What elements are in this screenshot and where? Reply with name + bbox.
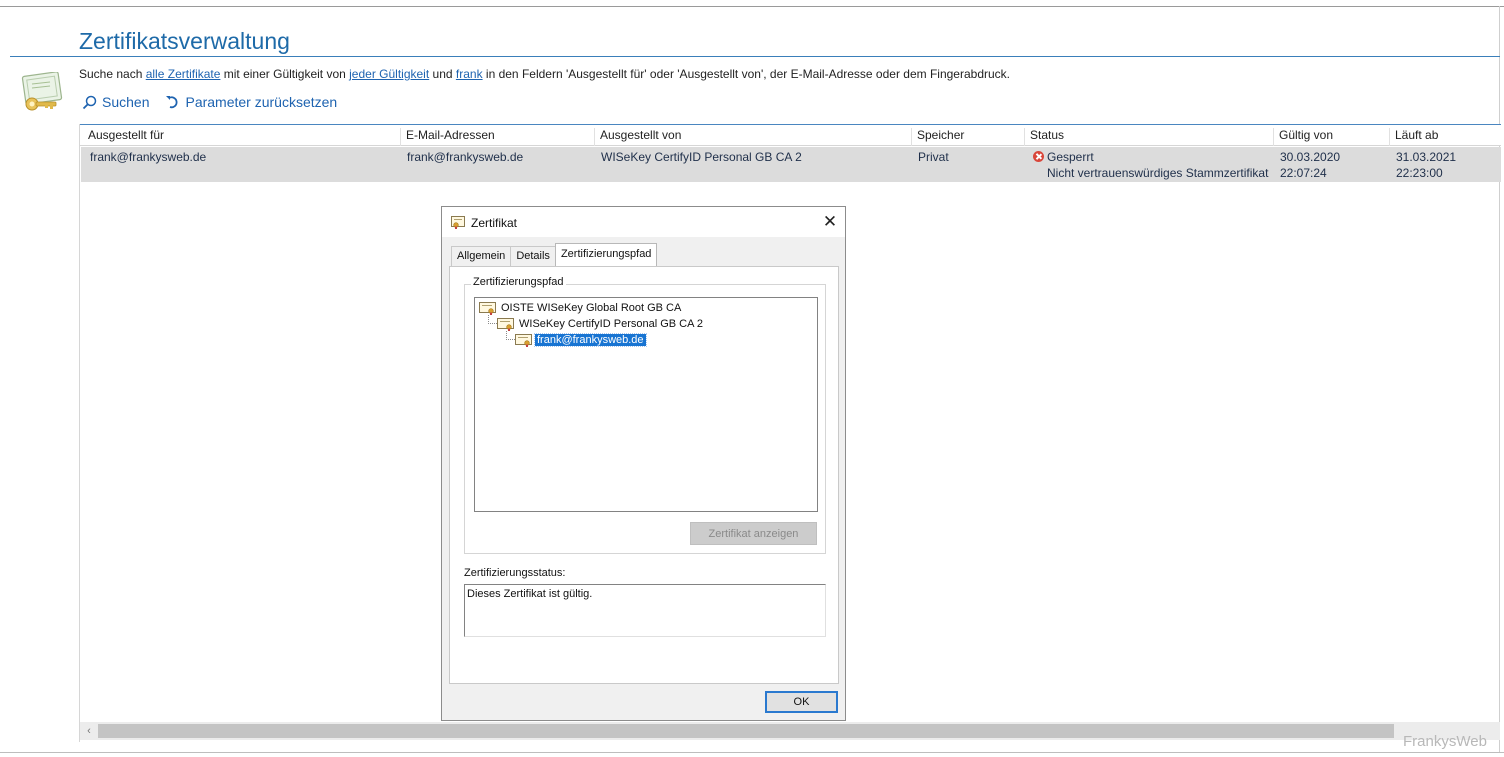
column-header-issued-by[interactable]: Ausgestellt von bbox=[594, 128, 911, 146]
certification-path-tree[interactable]: OISTE WISeKey Global Root GB CA WISeKey … bbox=[474, 297, 818, 512]
search-suffix: in den Feldern 'Ausgestellt für' oder 'A… bbox=[482, 67, 1010, 81]
tree-node-intermediate-ca[interactable]: WISeKey CertifyID Personal GB CA 2 bbox=[497, 316, 705, 332]
dialog-title: Zertifikat bbox=[471, 216, 518, 230]
certification-path-group: Zertifizierungspfad OISTE WISeKey Global… bbox=[464, 276, 826, 554]
toolbar: Suchen Parameter zurücksetzen bbox=[82, 94, 353, 110]
tree-node-label: frank@frankysweb.de bbox=[534, 333, 647, 347]
search-button-label: Suchen bbox=[102, 94, 150, 110]
column-header-store[interactable]: Speicher bbox=[911, 128, 1024, 146]
cell-issued-to: frank@frankysweb.de bbox=[90, 150, 207, 164]
certificate-icon bbox=[479, 301, 496, 315]
search-description: Suche nach alle Zertifikate mit einer Gü… bbox=[79, 67, 1010, 81]
page-title: Zertifikatsverwaltung bbox=[79, 28, 290, 54]
dialog-tabs: Allgemein Details Zertifizierungspfad bbox=[451, 243, 658, 266]
certificate-icon bbox=[515, 333, 532, 347]
grid-header: Ausgestellt für E-Mail-Adressen Ausgeste… bbox=[80, 124, 1501, 146]
error-icon bbox=[1033, 151, 1044, 162]
cell-store: Privat bbox=[918, 150, 949, 164]
column-header-valid-from[interactable]: Gültig von bbox=[1273, 128, 1389, 146]
certification-path-panel: Zertifizierungspfad OISTE WISeKey Global… bbox=[449, 266, 839, 684]
certification-status-label: Zertifizierungsstatus: bbox=[464, 567, 566, 579]
column-header-email[interactable]: E-Mail-Adressen bbox=[400, 128, 594, 146]
certificate-icon bbox=[451, 216, 465, 229]
cell-status-detail: Nicht vertrauenswürdiges Stammzertifikat bbox=[1047, 166, 1269, 180]
cell-status: Gesperrt bbox=[1033, 149, 1094, 165]
search-mid-2: und bbox=[429, 67, 456, 81]
cell-expires-date: 31.03.2021 bbox=[1396, 150, 1457, 164]
column-header-issued-to[interactable]: Ausgestellt für bbox=[83, 128, 400, 146]
certification-path-label: Zertifizierungspfad bbox=[471, 276, 566, 288]
close-icon[interactable]: ✕ bbox=[820, 212, 840, 232]
tab-details[interactable]: Details bbox=[510, 246, 556, 266]
cell-valid-from-time: 22:07:24 bbox=[1280, 166, 1327, 180]
certificate-manager-icon bbox=[21, 72, 63, 111]
title-divider bbox=[10, 56, 1500, 57]
search-mid-1: mit einer Gültigkeit von bbox=[220, 67, 350, 81]
tree-connector bbox=[488, 315, 497, 324]
certification-status-box[interactable]: Dieses Zertifikat ist gültig. bbox=[464, 584, 826, 637]
table-row[interactable]: frank@frankysweb.de frank@frankysweb.de … bbox=[81, 147, 1501, 182]
tree-node-label: WISeKey CertifyID Personal GB CA 2 bbox=[519, 318, 704, 330]
scrollbar-thumb[interactable] bbox=[98, 724, 1394, 738]
tab-certification-path[interactable]: Zertifizierungspfad bbox=[554, 243, 658, 266]
certificate-icon bbox=[497, 317, 514, 331]
window-bottom-border bbox=[0, 752, 1504, 753]
cell-expires-time: 22:23:00 bbox=[1396, 166, 1443, 180]
column-header-status[interactable]: Status bbox=[1024, 128, 1273, 146]
view-certificate-button[interactable]: Zertifikat anzeigen bbox=[690, 522, 817, 545]
watermark: FrankysWeb bbox=[1403, 733, 1487, 750]
search-prefix: Suche nach bbox=[79, 67, 146, 81]
status-text: Gesperrt bbox=[1047, 150, 1094, 164]
cell-issued-by: WISeKey CertifyID Personal GB CA 2 bbox=[601, 150, 802, 164]
certificates-filter-link[interactable]: alle Zertifikate bbox=[146, 67, 221, 81]
scroll-left-arrow-icon[interactable]: ‹ bbox=[80, 722, 98, 740]
reset-parameters-button[interactable]: Parameter zurücksetzen bbox=[165, 94, 337, 110]
cell-valid-from-date: 30.03.2020 bbox=[1280, 150, 1341, 164]
tree-node-label: OISTE WISeKey Global Root GB CA bbox=[501, 302, 682, 314]
validity-filter-link[interactable]: jeder Gültigkeit bbox=[349, 67, 429, 81]
search-icon bbox=[82, 95, 97, 109]
ok-button[interactable]: OK bbox=[765, 691, 838, 713]
search-term-link[interactable]: frank bbox=[456, 67, 483, 81]
horizontal-scrollbar[interactable]: ‹ bbox=[80, 722, 1500, 740]
tree-node-root-ca[interactable]: OISTE WISeKey Global Root GB CA bbox=[479, 300, 683, 316]
window-top-border bbox=[0, 6, 1504, 7]
column-header-expires[interactable]: Läuft ab bbox=[1389, 128, 1501, 146]
undo-icon bbox=[166, 95, 178, 108]
tree-connector bbox=[506, 331, 515, 340]
dialog-titlebar: Zertifikat ✕ bbox=[442, 207, 845, 237]
tab-general[interactable]: Allgemein bbox=[451, 246, 512, 266]
certificate-dialog: Zertifikat ✕ Allgemein Details Zertifizi… bbox=[441, 206, 846, 721]
cell-email: frank@frankysweb.de bbox=[407, 150, 524, 164]
search-button[interactable]: Suchen bbox=[82, 94, 149, 110]
reset-parameters-label: Parameter zurücksetzen bbox=[185, 94, 338, 110]
tree-node-end-certificate[interactable]: frank@frankysweb.de bbox=[515, 332, 647, 348]
